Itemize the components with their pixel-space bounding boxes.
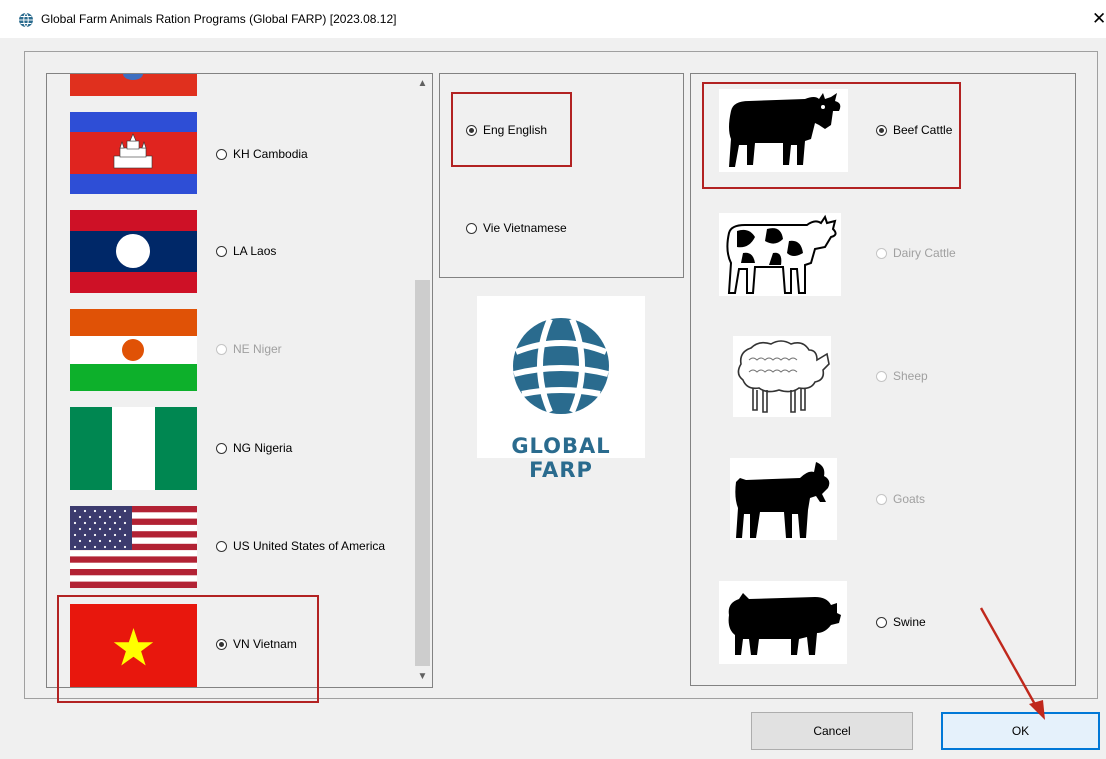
animal-option-sheep[interactable]: Sheep [876,369,928,383]
highlight-box-country [57,595,319,703]
country-option-la[interactable]: LA Laos [216,244,276,258]
country-label-kh: KH Cambodia [233,147,308,161]
flag-niger-image [70,309,197,391]
country-radio-us[interactable] [216,540,227,552]
animal-radio-swine[interactable] [876,616,887,628]
country-label-ng: NG Nigeria [233,441,293,455]
country-option-ng[interactable]: NG Nigeria [216,441,292,455]
country-label-la: LA Laos [233,244,277,258]
country-option-kh[interactable]: KH Cambodia [216,147,308,161]
window-title: Global Farm Animals Ration Programs (Glo… [41,12,397,26]
country-radio-la[interactable] [216,245,227,257]
country-label-us: US United States of America [233,539,386,553]
country-option-ne[interactable]: NE Niger [216,342,282,356]
language-option-vie[interactable]: Vie Vietnamese [466,221,567,235]
flag-nigeria-image [70,407,197,490]
animal-option-goats[interactable]: Goats [876,492,925,506]
country-radio-kh[interactable] [216,148,227,160]
animal-radio-dairy-cattle[interactable] [876,247,887,259]
goat-image [730,458,837,540]
country-label-ne: NE Niger [233,342,282,356]
globe-logo-icon [513,317,609,414]
dairy-cattle-image [719,213,841,296]
country-radio-ng[interactable] [216,442,227,454]
animal-label-swine: Swine [893,615,926,629]
flag-cambodia-image [70,112,197,194]
country-radio-ne[interactable] [216,343,227,355]
highlight-box-animal [702,82,961,189]
scroll-thumb[interactable] [415,280,430,666]
animal-option-swine[interactable]: Swine [876,615,926,629]
animal-radio-goats[interactable] [876,493,887,505]
highlight-box-language [451,92,572,167]
language-label-vie: Vie Vietnamese [483,221,567,235]
logo-text: GLOBAL FARP [511,434,611,482]
swine-image [719,581,847,664]
global-farp-logo: GLOBAL FARP [477,296,645,482]
sheep-image [733,336,831,417]
flag-laos-image [70,210,197,293]
country-scrollbar[interactable]: ▲ ▼ [413,74,432,687]
title-bar: Global Farm Animals Ration Programs (Glo… [0,0,1106,38]
animal-label-goats: Goats [893,492,926,506]
scroll-up-arrow-icon[interactable]: ▲ [413,76,432,92]
app-globe-icon [19,12,33,28]
scroll-down-arrow-icon[interactable]: ▼ [413,669,432,685]
language-radio-vie[interactable] [466,222,477,234]
red-arrow-annotation [979,607,1045,720]
animal-label-dairy-cattle: Dairy Cattle [893,246,956,260]
country-option-us[interactable]: US United States of America [216,539,385,553]
cancel-button[interactable]: Cancel [751,712,913,750]
animal-radio-sheep[interactable] [876,370,887,382]
animal-option-dairy-cattle[interactable]: Dairy Cattle [876,246,956,260]
partial-flag-image [70,74,197,96]
close-button[interactable]: ✕ [1092,9,1106,29]
animal-label-sheep: Sheep [893,369,928,383]
flag-usa-image [70,506,197,588]
